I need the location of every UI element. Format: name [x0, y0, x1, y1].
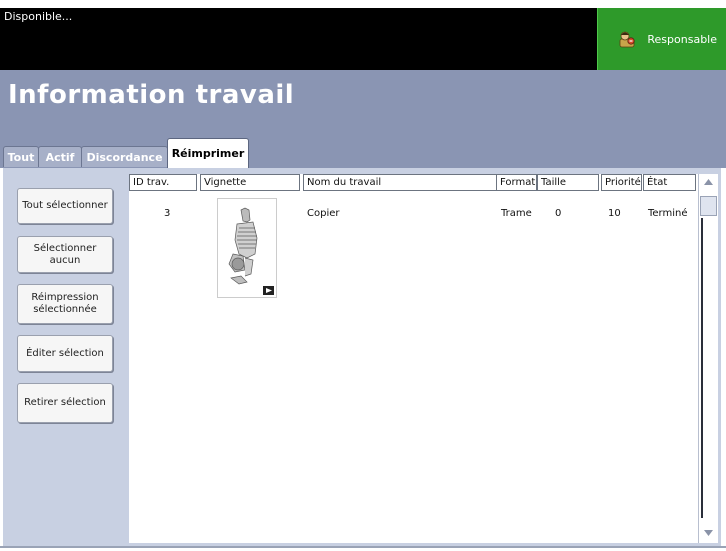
main-panel: Tout sélectionner Sélectionner aucun Réi… [3, 168, 721, 546]
tab-reprint[interactable]: Réimprimer [167, 138, 249, 168]
responsable-label: Responsable [647, 32, 717, 46]
scroll-up-icon[interactable] [702, 176, 715, 188]
remove-selection-button[interactable]: Retirer sélection [17, 383, 113, 423]
tab-mismatch[interactable]: Discordance [81, 146, 168, 167]
cell-id: 3 [164, 208, 171, 219]
responsable-button[interactable]: Responsable [597, 8, 726, 70]
table-scrollbar[interactable] [698, 174, 718, 543]
cell-name: Copier [307, 208, 340, 219]
column-header-thumbnail[interactable]: Vignette [200, 174, 300, 191]
scroll-down-icon[interactable] [702, 527, 715, 539]
jobs-table: ID trav. Vignette Nom du travail Format … [129, 174, 698, 543]
column-header-size[interactable]: Taille [537, 174, 599, 191]
cell-priority: 10 [608, 208, 621, 219]
job-thumbnail[interactable] [217, 198, 277, 298]
column-header-name[interactable]: Nom du travail [303, 174, 497, 191]
column-header-state[interactable]: État [643, 174, 696, 191]
page-title: Information travail [8, 80, 295, 110]
status-bar: Disponible... Responsable [0, 8, 726, 70]
cell-size: 0 [555, 208, 562, 219]
tab-all[interactable]: Tout [3, 146, 39, 167]
column-header-format[interactable]: Format [496, 174, 537, 191]
scroll-track [701, 218, 703, 518]
cell-state: Terminé [648, 208, 688, 219]
select-all-button[interactable]: Tout sélectionner [17, 188, 113, 224]
admin-user-icon [617, 30, 637, 48]
reprint-selected-button[interactable]: Réimpression sélectionnée [17, 284, 113, 324]
cell-format: Trame [501, 208, 532, 219]
tab-active[interactable]: Actif [38, 146, 82, 167]
machine-status: Disponible... [4, 10, 73, 23]
edit-selection-button[interactable]: Éditer sélection [17, 335, 113, 372]
column-header-priority[interactable]: Priorité [601, 174, 642, 191]
column-header-id[interactable]: ID trav. [129, 174, 197, 191]
scroll-thumb[interactable] [700, 196, 717, 216]
page-header: Information travail Tout Actif Discordan… [0, 70, 726, 168]
bottom-divider [0, 546, 726, 548]
select-none-button[interactable]: Sélectionner aucun [17, 236, 113, 273]
